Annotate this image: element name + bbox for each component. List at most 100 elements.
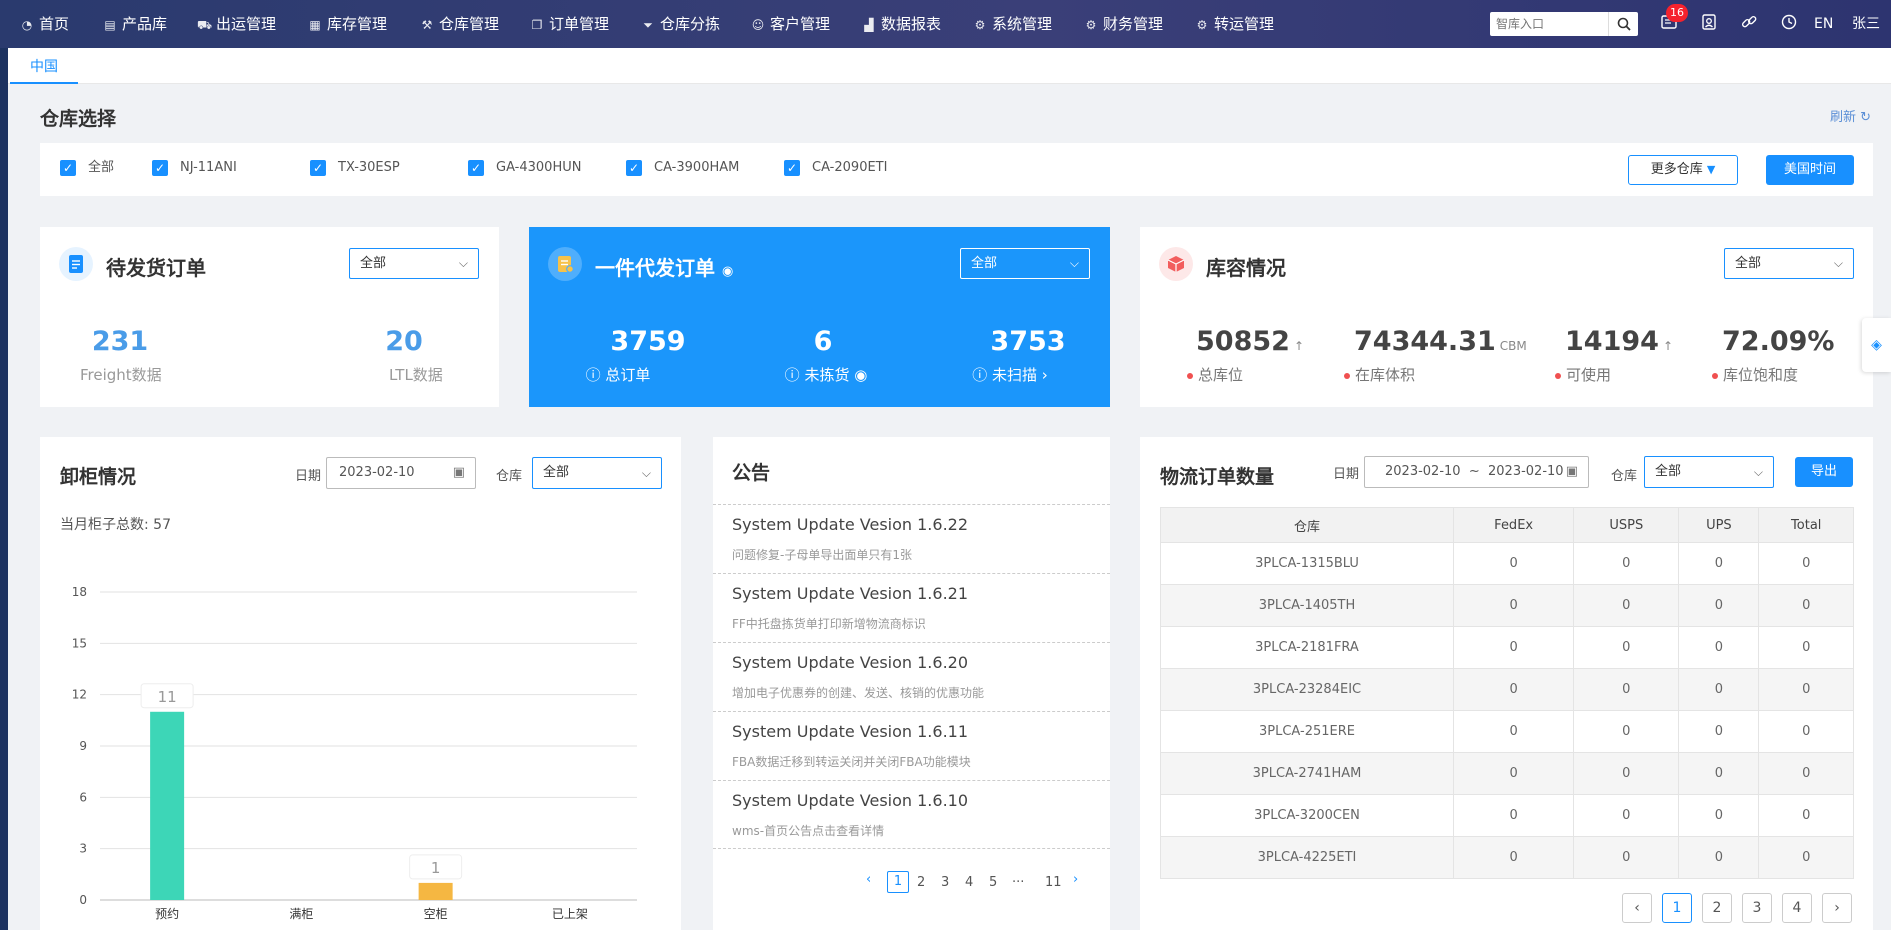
nav-finance[interactable]: ⚙ 财务管理 xyxy=(1084,0,1163,48)
bar-value-label: 11 xyxy=(158,688,177,706)
nav-products[interactable]: ▤ 产品库 xyxy=(103,0,167,48)
refresh-link[interactable]: 刷新 ↻ xyxy=(1830,106,1871,125)
notice-page-2[interactable]: 2 xyxy=(917,875,925,890)
column-header[interactable]: FedEx xyxy=(1452,507,1575,543)
inventory-title: 库容情况 xyxy=(1206,256,1286,280)
us-time-button[interactable]: 美国时间 xyxy=(1766,155,1854,185)
search-input[interactable] xyxy=(1490,12,1608,36)
nav-home[interactable]: ◔ 首页 xyxy=(20,0,69,48)
nav-reports[interactable]: ▟ 数据报表 xyxy=(862,0,941,48)
pending-orders-select[interactable]: 全部 ⌵ xyxy=(349,248,479,279)
warehouse-cell: 3PLCA-2741HAM xyxy=(1160,752,1454,795)
tab-china[interactable]: 中国 xyxy=(10,48,78,84)
logistics-page-3[interactable]: 3 xyxy=(1742,893,1772,923)
date-separator: ~ xyxy=(1468,464,1480,479)
more-warehouses-button[interactable]: 更多仓库 ▼ xyxy=(1628,155,1738,185)
nav-sorting[interactable]: ⏷ 仓库分拣 xyxy=(641,0,720,48)
next-page-icon[interactable]: › xyxy=(1073,872,1078,887)
user-name[interactable]: 张三 xyxy=(1852,0,1880,48)
notice-item[interactable]: System Update Vesion 1.6.21 FF中托盘拣货单打印新增物… xyxy=(713,573,1110,642)
paint-bucket-icon[interactable]: ◈ xyxy=(1862,318,1891,372)
column-header[interactable]: Total xyxy=(1758,507,1854,543)
checkbox-ca-2090eti[interactable]: ✓ CA-2090ETI xyxy=(784,160,887,176)
checkbox-ga-4300hun[interactable]: ✓ GA-4300HUN xyxy=(468,160,581,176)
pending-orders-title: 待发货订单 xyxy=(106,256,206,280)
nav-shipping[interactable]: ⛟ 出运管理 xyxy=(197,0,276,48)
nav-customers[interactable]: ☺ 客户管理 xyxy=(751,0,830,48)
logistics-page-2[interactable]: 2 xyxy=(1702,893,1732,923)
count-cell: 0 xyxy=(1758,710,1854,753)
inventory-select[interactable]: 全部 ⌵ xyxy=(1724,248,1854,279)
unload-warehouse-select[interactable]: 全部 ⌵ xyxy=(532,457,662,489)
nav-system[interactable]: ⚙ 系统管理 xyxy=(973,0,1052,48)
chevron-down-icon: ⌵ xyxy=(1069,256,1079,270)
chevron-down-icon: ⌵ xyxy=(1833,256,1843,270)
volume-unit: CBM xyxy=(1499,339,1527,353)
notice-item-desc: 问题修复-子母单导出面单只有1张 xyxy=(732,548,912,562)
export-button[interactable]: 导出 xyxy=(1795,457,1853,487)
notice-page-1[interactable]: 1 xyxy=(887,871,909,893)
count-cell: 0 xyxy=(1678,794,1760,837)
checkbox-label: 全部 xyxy=(88,160,115,175)
table-row: 3PLCA-251ERE 0 0 0 0 xyxy=(1160,710,1854,753)
nav-orders[interactable]: ❐ 订单管理 xyxy=(530,0,609,48)
logistics-warehouse-select[interactable]: 全部 ⌵ xyxy=(1644,456,1774,488)
eye-icon[interactable]: ◉ xyxy=(722,264,733,279)
language-switch[interactable]: EN xyxy=(1814,0,1833,48)
wrench-icon: ⚒ xyxy=(421,18,433,32)
available-label: 可使用 xyxy=(1555,364,1611,385)
logistics-page-1[interactable]: 1 xyxy=(1662,893,1692,923)
checkbox-all[interactable]: ✓ 全部 xyxy=(60,160,114,176)
notice-item-title: System Update Vesion 1.6.21 xyxy=(732,584,969,603)
search-icon xyxy=(1617,17,1631,31)
notice-item[interactable]: System Update Vesion 1.6.11 FBA数据迁移到转运关闭并… xyxy=(713,711,1110,780)
notice-item-desc: wms-首页公告点击查看详情 xyxy=(732,824,885,838)
notice-item-title: System Update Vesion 1.6.10 xyxy=(732,791,969,810)
count-cell: 0 xyxy=(1758,794,1854,837)
notice-item[interactable]: System Update Vesion 1.6.20 增加电子优惠券的创建、发送… xyxy=(713,642,1110,711)
logistics-prev-page[interactable]: ‹ xyxy=(1622,893,1652,923)
link-icon[interactable] xyxy=(1738,13,1760,35)
notice-item[interactable]: System Update Vesion 1.6.10 wms-首页公告点击查看详… xyxy=(713,780,1110,849)
dropship-select[interactable]: 全部 ⌵ xyxy=(960,248,1090,279)
y-tick-label: 6 xyxy=(79,790,87,804)
nav-inventory[interactable]: ▦ 库存管理 xyxy=(308,0,387,48)
notice-page-5[interactable]: 5 xyxy=(989,875,997,890)
search-button[interactable] xyxy=(1608,12,1638,36)
arrow-up-icon: ↑ xyxy=(1662,339,1673,353)
column-header[interactable]: USPS xyxy=(1573,507,1680,543)
unscanned-label[interactable]: ⓘ 未扫描 › xyxy=(950,364,1070,385)
column-header[interactable]: UPS xyxy=(1678,507,1760,543)
column-header[interactable]: 仓库 xyxy=(1160,507,1454,543)
notice-page-ellipsis[interactable]: ··· xyxy=(1012,875,1024,890)
total-orders-value: 3759 xyxy=(610,326,686,357)
freight-value: 231 xyxy=(91,326,149,357)
checkbox-tx-30esp[interactable]: ✓ TX-30ESP xyxy=(310,160,400,176)
warehouse-cell: 3PLCA-4225ETI xyxy=(1160,836,1454,879)
notice-page-last[interactable]: 11 xyxy=(1045,875,1062,890)
y-tick-label: 12 xyxy=(72,688,87,702)
logistics-page-4[interactable]: 4 xyxy=(1782,893,1812,923)
bar-value-label: 1 xyxy=(431,859,441,877)
logistics-next-page[interactable]: › xyxy=(1822,893,1852,923)
contact-card-icon[interactable] xyxy=(1698,13,1720,35)
checkbox-ca-3900ham[interactable]: ✓ CA-3900HAM xyxy=(626,160,739,176)
y-tick-label: 0 xyxy=(79,893,87,907)
unload-date-input[interactable]: 2023-02-10 ▣ xyxy=(326,457,476,489)
x-tick-label: 已上架 xyxy=(552,907,588,921)
chevron-down-icon: ⌵ xyxy=(458,256,468,270)
logistics-date-range[interactable]: 2023-02-10 ~ 2023-02-10 ▣ xyxy=(1364,456,1589,488)
nav-warehouse[interactable]: ⚒ 仓库管理 xyxy=(420,0,499,48)
notice-item-desc: FF中托盘拣货单打印新增物流商标识 xyxy=(732,617,926,631)
notice-item-desc: FBA数据迁移到转运关闭并关闭FBA功能模块 xyxy=(732,755,971,769)
unpicked-label[interactable]: ⓘ 未拣货 ◉ xyxy=(766,364,886,385)
notice-page-3[interactable]: 3 xyxy=(941,875,949,890)
dot-icon xyxy=(1555,372,1561,379)
clock-icon[interactable] xyxy=(1778,13,1800,35)
count-cell: 0 xyxy=(1758,584,1854,627)
nav-transfer[interactable]: ⚙ 转运管理 xyxy=(1195,0,1274,48)
prev-page-icon[interactable]: ‹ xyxy=(866,872,871,887)
checkbox-nj-11ani[interactable]: ✓ NJ-11ANI xyxy=(152,160,237,176)
notice-page-4[interactable]: 4 xyxy=(965,875,973,890)
notice-item[interactable]: System Update Vesion 1.6.22 问题修复-子母单导出面单只… xyxy=(713,504,1110,573)
